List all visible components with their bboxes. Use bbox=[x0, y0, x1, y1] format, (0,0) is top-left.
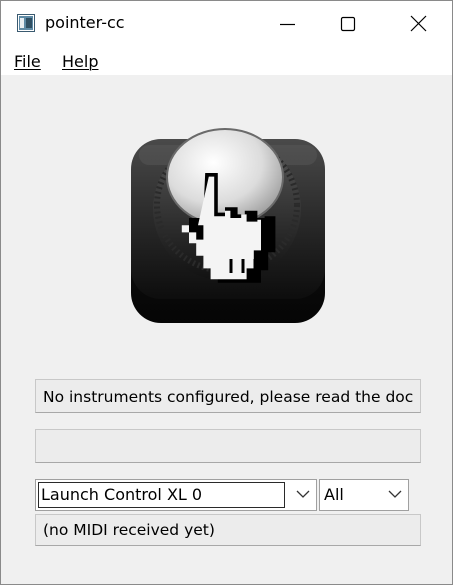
app-window: pointer-cc File Help No instruments conf… bbox=[0, 0, 453, 585]
midi-channel-dropdown[interactable]: All bbox=[319, 479, 409, 511]
secondary-status-field bbox=[35, 429, 421, 463]
menu-help-label: Help bbox=[62, 52, 99, 71]
midi-device-dropdown[interactable]: Launch Control XL 0 bbox=[35, 479, 317, 511]
midi-last-message: (no MIDI received yet) bbox=[43, 521, 215, 539]
midi-monitor-field: (no MIDI received yet) bbox=[35, 514, 421, 546]
title-bar[interactable]: pointer-cc bbox=[1, 1, 452, 47]
menu-file[interactable]: File bbox=[14, 52, 41, 72]
chevron-down-icon bbox=[388, 490, 402, 498]
status-message-field: No instruments configured, please read t… bbox=[35, 379, 421, 413]
minimize-icon bbox=[280, 23, 295, 26]
menu-help[interactable]: Help bbox=[62, 52, 98, 72]
status-message: No instruments configured, please read t… bbox=[43, 388, 414, 406]
menu-bar: File Help bbox=[1, 47, 452, 75]
maximize-button[interactable] bbox=[325, 1, 371, 47]
maximize-icon bbox=[340, 16, 356, 32]
midi-channel-value: All bbox=[324, 485, 344, 504]
midi-device-value: Launch Control XL 0 bbox=[41, 485, 203, 504]
app-window-icon bbox=[17, 14, 35, 32]
chevron-down-icon bbox=[296, 490, 310, 498]
window-title: pointer-cc bbox=[45, 13, 125, 32]
menu-file-label: File bbox=[14, 52, 41, 71]
close-icon bbox=[410, 15, 427, 32]
close-button[interactable] bbox=[396, 1, 442, 47]
knob-pointer-hand-logo bbox=[131, 128, 325, 323]
midi-device-selection: Launch Control XL 0 bbox=[38, 482, 285, 508]
minimize-button[interactable] bbox=[265, 1, 311, 47]
